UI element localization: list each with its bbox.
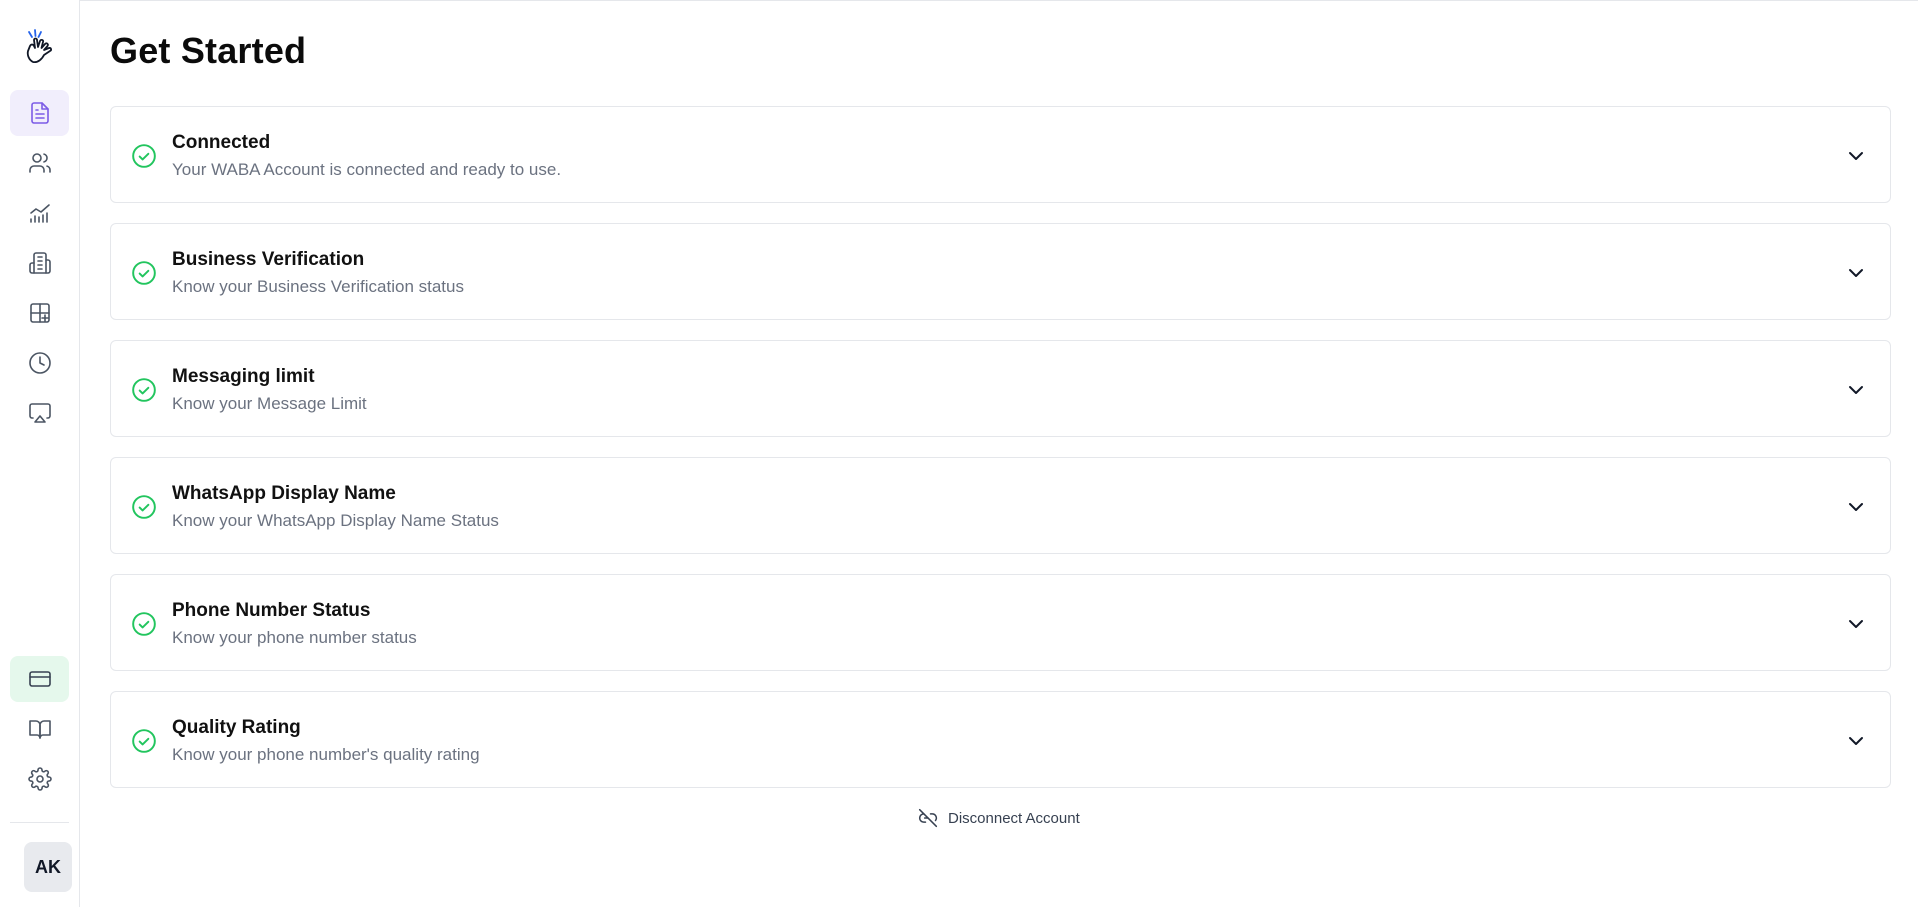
layout-plus-icon <box>29 303 50 323</box>
sidebar-item-analytics[interactable] <box>10 190 69 236</box>
card-subtitle: Know your phone number status <box>172 628 417 647</box>
status-card-connected[interactable]: Connected Your WABA Account is connected… <box>110 106 1891 203</box>
sidebar-item-broadcast[interactable] <box>10 390 69 436</box>
sidebar-item-settings[interactable] <box>10 756 69 802</box>
page-title: Get Started <box>110 30 307 71</box>
card-subtitle: Know your WhatsApp Display Name Status <box>172 511 499 530</box>
sidebar-item-history[interactable] <box>10 340 69 386</box>
sidebar: AK <box>0 0 80 907</box>
avatar[interactable]: AK <box>24 842 72 892</box>
check-circle-icon <box>131 611 157 637</box>
book-open-icon <box>28 720 51 739</box>
clock-icon <box>28 352 51 374</box>
sidebar-item-templates[interactable] <box>10 290 69 336</box>
credit-card-icon <box>28 671 51 687</box>
hand-wave-logo-icon[interactable] <box>23 28 57 66</box>
building-icon <box>28 252 51 274</box>
unlink-icon <box>918 808 938 828</box>
chevron-down-icon[interactable] <box>1844 495 1868 519</box>
card-title: WhatsApp Display Name <box>172 483 396 504</box>
sidebar-divider <box>10 822 69 823</box>
card-title: Phone Number Status <box>172 600 371 621</box>
card-subtitle: Know your Message Limit <box>172 394 367 413</box>
check-circle-icon <box>131 143 157 169</box>
check-circle-icon <box>131 260 157 286</box>
status-card-phone-number-status[interactable]: Phone Number Status Know your phone numb… <box>110 574 1891 671</box>
sidebar-item-documents[interactable] <box>10 90 69 136</box>
card-title: Messaging limit <box>172 366 315 387</box>
sidebar-item-contacts[interactable] <box>10 140 69 186</box>
chevron-down-icon[interactable] <box>1844 612 1868 636</box>
airplay-icon <box>28 403 51 423</box>
check-circle-icon <box>131 728 157 754</box>
card-title: Connected <box>172 132 271 153</box>
users-icon <box>28 153 51 173</box>
card-subtitle: Your WABA Account is connected and ready… <box>172 160 562 179</box>
disconnect-account-button[interactable]: Disconnect Account <box>918 806 1080 830</box>
disconnect-account-label: Disconnect Account <box>948 809 1080 827</box>
card-subtitle: Know your phone number's quality rating <box>172 745 480 764</box>
chevron-down-icon[interactable] <box>1844 378 1868 402</box>
status-card-display-name[interactable]: WhatsApp Display Name Know your WhatsApp… <box>110 457 1891 554</box>
status-card-quality-rating[interactable]: Quality Rating Know your phone number's … <box>110 691 1891 788</box>
document-icon <box>30 102 49 124</box>
check-circle-icon <box>131 494 157 520</box>
check-circle-icon <box>131 377 157 403</box>
sidebar-item-docs[interactable] <box>10 706 69 752</box>
card-title: Business Verification <box>172 249 365 270</box>
chevron-down-icon[interactable] <box>1844 261 1868 285</box>
status-card-business-verification[interactable]: Business Verification Know your Business… <box>110 223 1891 320</box>
top-border <box>0 0 1918 1</box>
status-card-messaging-limit[interactable]: Messaging limit Know your Message Limit <box>110 340 1891 437</box>
chart-icon <box>29 204 50 223</box>
chevron-down-icon[interactable] <box>1844 144 1868 168</box>
card-subtitle: Know your Business Verification status <box>172 277 464 296</box>
card-title: Quality Rating <box>172 717 301 738</box>
gear-icon <box>27 767 52 791</box>
sidebar-item-billing[interactable] <box>10 656 69 702</box>
chevron-down-icon[interactable] <box>1844 729 1868 753</box>
sidebar-item-business[interactable] <box>10 240 69 286</box>
